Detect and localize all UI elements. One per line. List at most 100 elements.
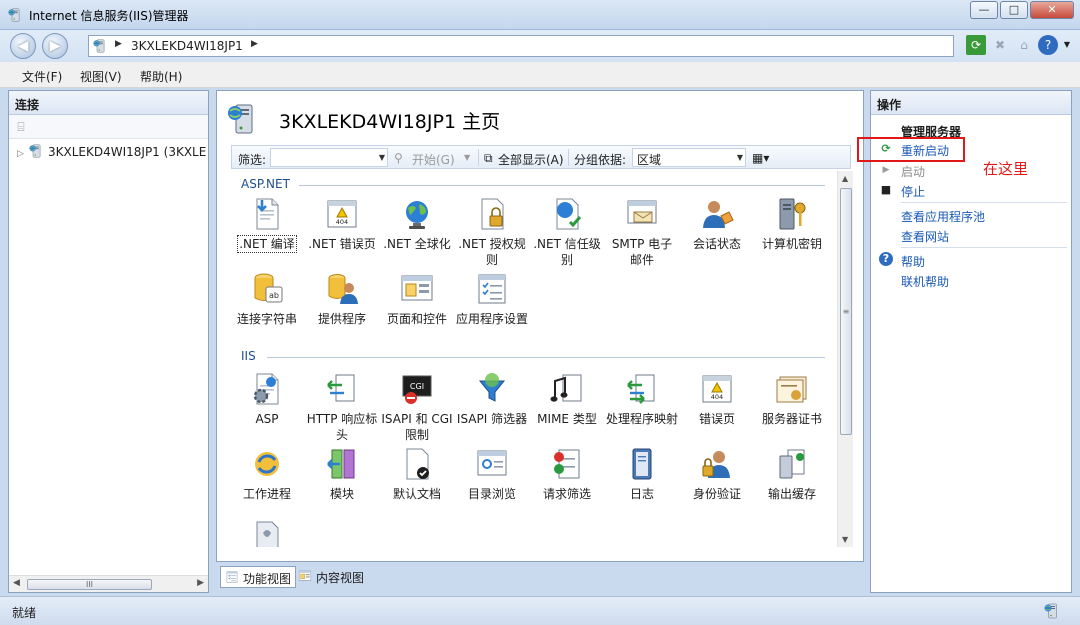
stop-icon[interactable]: ✖ bbox=[990, 35, 1010, 55]
feature-label: .NET 信任级别 bbox=[533, 237, 601, 267]
online-help-link[interactable]: 联机帮助 bbox=[901, 273, 949, 290]
group-divider bbox=[267, 357, 825, 358]
feature-connection-strings[interactable]: 连接字符串 bbox=[231, 271, 304, 327]
breadcrumb-arrow-icon[interactable]: ▶ bbox=[115, 39, 122, 49]
server-icon bbox=[29, 143, 45, 159]
scroll-thumb[interactable]: III bbox=[27, 579, 152, 590]
chevron-down-icon[interactable]: ▼ bbox=[464, 153, 470, 162]
home-icon[interactable]: ⌂ bbox=[1014, 35, 1034, 55]
vertical-scrollbar[interactable]: ▲ ≡ ▼ bbox=[837, 171, 853, 547]
minimize-button[interactable]: — bbox=[970, 1, 998, 19]
show-all-button[interactable]: 全部显示(A) bbox=[498, 151, 564, 168]
feature-partial[interactable] bbox=[231, 519, 304, 547]
scroll-right-icon[interactable]: ▶ bbox=[197, 578, 204, 588]
tree-node-server[interactable]: ▷ 3KXLEKD4WI18JP1 (3KXLEKD4WI18JP1\Admini… bbox=[17, 143, 207, 159]
feature-mime-types[interactable]: MIME 类型 bbox=[530, 371, 604, 427]
feature-net-error-pages[interactable]: .NET 错误页 bbox=[305, 196, 379, 252]
feature-smtp-email[interactable]: SMTP 电子邮件 bbox=[605, 196, 679, 268]
feature-http-headers[interactable]: HTTP 响应标头 bbox=[305, 371, 379, 443]
feature-isapi-filters[interactable]: ISAPI 筛选器 bbox=[455, 371, 529, 427]
connections-pane: 连接 ⌸ ▷ 3KXLEKD4WI18JP1 (3KXLEKD4WI18JP1\A… bbox=[8, 90, 209, 593]
tab-label: 功能视图 bbox=[243, 572, 292, 586]
feature-logging[interactable]: 日志 bbox=[605, 446, 679, 502]
feature-providers[interactable]: 提供程序 bbox=[305, 271, 379, 327]
view-sites-link[interactable]: 查看网站 bbox=[901, 228, 949, 245]
feature-net-authorization[interactable]: .NET 授权规则 bbox=[455, 196, 529, 268]
maximize-button[interactable]: □ bbox=[1000, 1, 1028, 19]
group-header-iis[interactable]: IIS bbox=[241, 349, 256, 363]
feature-directory-browsing[interactable]: 目录浏览 bbox=[455, 446, 529, 502]
feature-server-certificates[interactable]: 服务器证书 bbox=[755, 371, 829, 427]
expand-icon[interactable]: ▷ bbox=[17, 149, 29, 159]
horizontal-scrollbar[interactable]: ◀ III ▶ bbox=[9, 575, 208, 592]
feature-modules[interactable]: 模块 bbox=[305, 446, 379, 502]
feature-label: 页面和控件 bbox=[386, 312, 447, 326]
feature-authentication[interactable]: 身份验证 bbox=[680, 446, 754, 502]
http-headers-icon bbox=[324, 371, 360, 407]
forward-button[interactable]: ▶ bbox=[42, 33, 68, 59]
start-icon: ▶ bbox=[882, 165, 890, 175]
feature-label: MIME 类型 bbox=[537, 412, 597, 426]
refresh-icon[interactable]: ⟳ bbox=[966, 35, 986, 55]
scroll-down-icon[interactable]: ▼ bbox=[842, 535, 848, 544]
providers-icon bbox=[328, 274, 358, 304]
feature-asp[interactable]: ASP bbox=[231, 371, 304, 427]
stop-link[interactable]: 停止 bbox=[901, 183, 925, 200]
chevron-down-icon[interactable]: ▼ bbox=[1062, 35, 1072, 55]
feature-error-pages[interactable]: 错误页 bbox=[680, 371, 754, 427]
scroll-left-icon[interactable]: ◀ bbox=[13, 578, 20, 588]
app-settings-icon bbox=[474, 271, 510, 307]
tab-features-view[interactable]: 功能视图 bbox=[220, 566, 297, 588]
address-field[interactable]: ▶ 3KXLEKD4WI18JP1 ▶ bbox=[88, 35, 954, 57]
connect-icon[interactable]: ⌸ bbox=[13, 119, 29, 135]
net-error-pages-icon bbox=[324, 196, 360, 232]
help-link[interactable]: 帮助 bbox=[901, 253, 925, 270]
directory-browsing-icon bbox=[474, 446, 510, 482]
feature-pages-controls[interactable]: 页面和控件 bbox=[380, 271, 454, 327]
help-icon[interactable]: ? bbox=[1038, 35, 1058, 55]
feature-net-trust-levels[interactable]: .NET 信任级别 bbox=[530, 196, 604, 268]
feature-machine-key[interactable]: 计算机密钥 bbox=[755, 196, 829, 252]
close-button[interactable]: ✕ bbox=[1030, 1, 1074, 19]
actions-header: 操作 bbox=[871, 91, 1071, 115]
feature-default-document[interactable]: 默认文档 bbox=[380, 446, 454, 502]
binoculars-icon[interactable]: ⚲ bbox=[394, 151, 403, 165]
error-pages-icon bbox=[699, 371, 735, 407]
url-rewrite-icon bbox=[249, 519, 285, 547]
scroll-thumb[interactable]: ≡ bbox=[840, 188, 852, 435]
menu-file[interactable]: 文件(F) bbox=[22, 68, 62, 85]
server-certificates-icon bbox=[774, 371, 810, 407]
back-button[interactable]: ◀ bbox=[10, 33, 36, 59]
feature-label: .NET 错误页 bbox=[308, 237, 376, 251]
group-by-select[interactable]: 区域 ▼ bbox=[632, 148, 746, 167]
breadcrumb-arrow-icon[interactable]: ▶ bbox=[251, 39, 258, 49]
breadcrumb-server[interactable]: 3KXLEKD4WI18JP1 bbox=[131, 39, 243, 53]
tab-content-view[interactable]: 内容视图 bbox=[294, 566, 368, 588]
annotation-box bbox=[857, 137, 965, 162]
feature-label: 错误页 bbox=[698, 412, 735, 426]
filter-input[interactable]: ▼ bbox=[270, 148, 388, 167]
chevron-down-icon: ▼ bbox=[378, 153, 385, 162]
feature-isapi-cgi[interactable]: ISAPI 和 CGI 限制 bbox=[380, 371, 454, 443]
address-bar: ◀ ▶ ▶ 3KXLEKD4WI18JP1 ▶ ⟳ ✖ ⌂ ? ▼ bbox=[0, 30, 1080, 62]
tree-node-label[interactable]: 3KXLEKD4WI18JP1 (3KXLEKD4WI18JP1\Adminis… bbox=[48, 145, 207, 159]
menu-help[interactable]: 帮助(H) bbox=[140, 68, 182, 85]
feature-label: HTTP 响应标头 bbox=[306, 412, 378, 442]
feature-handler-mappings[interactable]: 处理程序映射 bbox=[605, 371, 679, 427]
view-mode-icon[interactable]: ▦▾ bbox=[752, 151, 769, 165]
scroll-up-icon[interactable]: ▲ bbox=[842, 174, 848, 183]
authentication-icon bbox=[699, 446, 735, 482]
feature-app-settings[interactable]: 应用程序设置 bbox=[455, 271, 529, 327]
feature-net-globalization[interactable]: .NET 全球化 bbox=[380, 196, 454, 252]
feature-output-caching[interactable]: 输出缓存 bbox=[755, 446, 829, 502]
group-header-aspnet[interactable]: ASP.NET bbox=[241, 177, 290, 191]
view-app-pools-link[interactable]: 查看应用程序池 bbox=[901, 208, 985, 225]
separator bbox=[901, 202, 1067, 203]
feature-session-state[interactable]: 会话状态 bbox=[680, 196, 754, 252]
start-filter-button[interactable]: 开始(G) bbox=[412, 151, 455, 168]
menu-view[interactable]: 视图(V) bbox=[80, 68, 122, 85]
feature-request-filtering[interactable]: 请求筛选 bbox=[530, 446, 604, 502]
feature-net-compilation[interactable]: .NET 编译 bbox=[231, 196, 304, 253]
net-globalization-icon bbox=[399, 196, 435, 232]
feature-worker-processes[interactable]: 工作进程 bbox=[231, 446, 304, 502]
